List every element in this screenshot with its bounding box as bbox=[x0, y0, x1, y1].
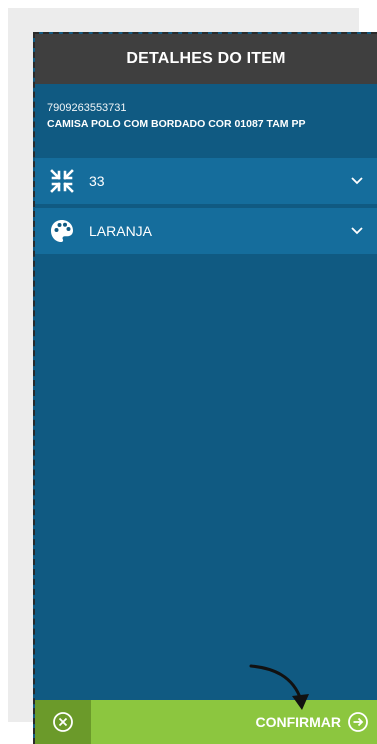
palette-icon bbox=[49, 218, 75, 244]
chevron-down-icon bbox=[351, 227, 363, 235]
confirm-label: CONFIRMAR bbox=[255, 714, 341, 730]
annotation-arrow-icon bbox=[249, 664, 309, 710]
footer-actions: CONFIRMAR bbox=[35, 700, 377, 744]
arrow-right-circle-icon bbox=[348, 712, 368, 732]
chevron-down-icon bbox=[351, 177, 363, 185]
page-title: DETALHES DO ITEM bbox=[126, 50, 286, 67]
color-value: LARANJA bbox=[89, 223, 153, 239]
item-description: CAMISA POLO COM BORDADO COR 01087 TAM PP bbox=[47, 118, 306, 130]
close-circle-icon bbox=[53, 712, 73, 732]
size-value: 33 bbox=[89, 173, 105, 189]
page-header: DETALHES DO ITEM bbox=[35, 34, 377, 84]
cancel-button[interactable] bbox=[35, 700, 91, 744]
confirm-button[interactable]: CONFIRMAR bbox=[91, 700, 377, 744]
compress-arrows-icon bbox=[49, 168, 75, 194]
item-info: 7909263553731 CAMISA POLO COM BORDADO CO… bbox=[47, 102, 369, 130]
color-select[interactable]: LARANJA bbox=[35, 208, 377, 254]
item-code: 7909263553731 bbox=[47, 102, 127, 114]
item-details-panel: DETALHES DO ITEM 7909263553731 CAMISA PO… bbox=[33, 32, 377, 744]
size-select[interactable]: 33 bbox=[35, 158, 377, 204]
